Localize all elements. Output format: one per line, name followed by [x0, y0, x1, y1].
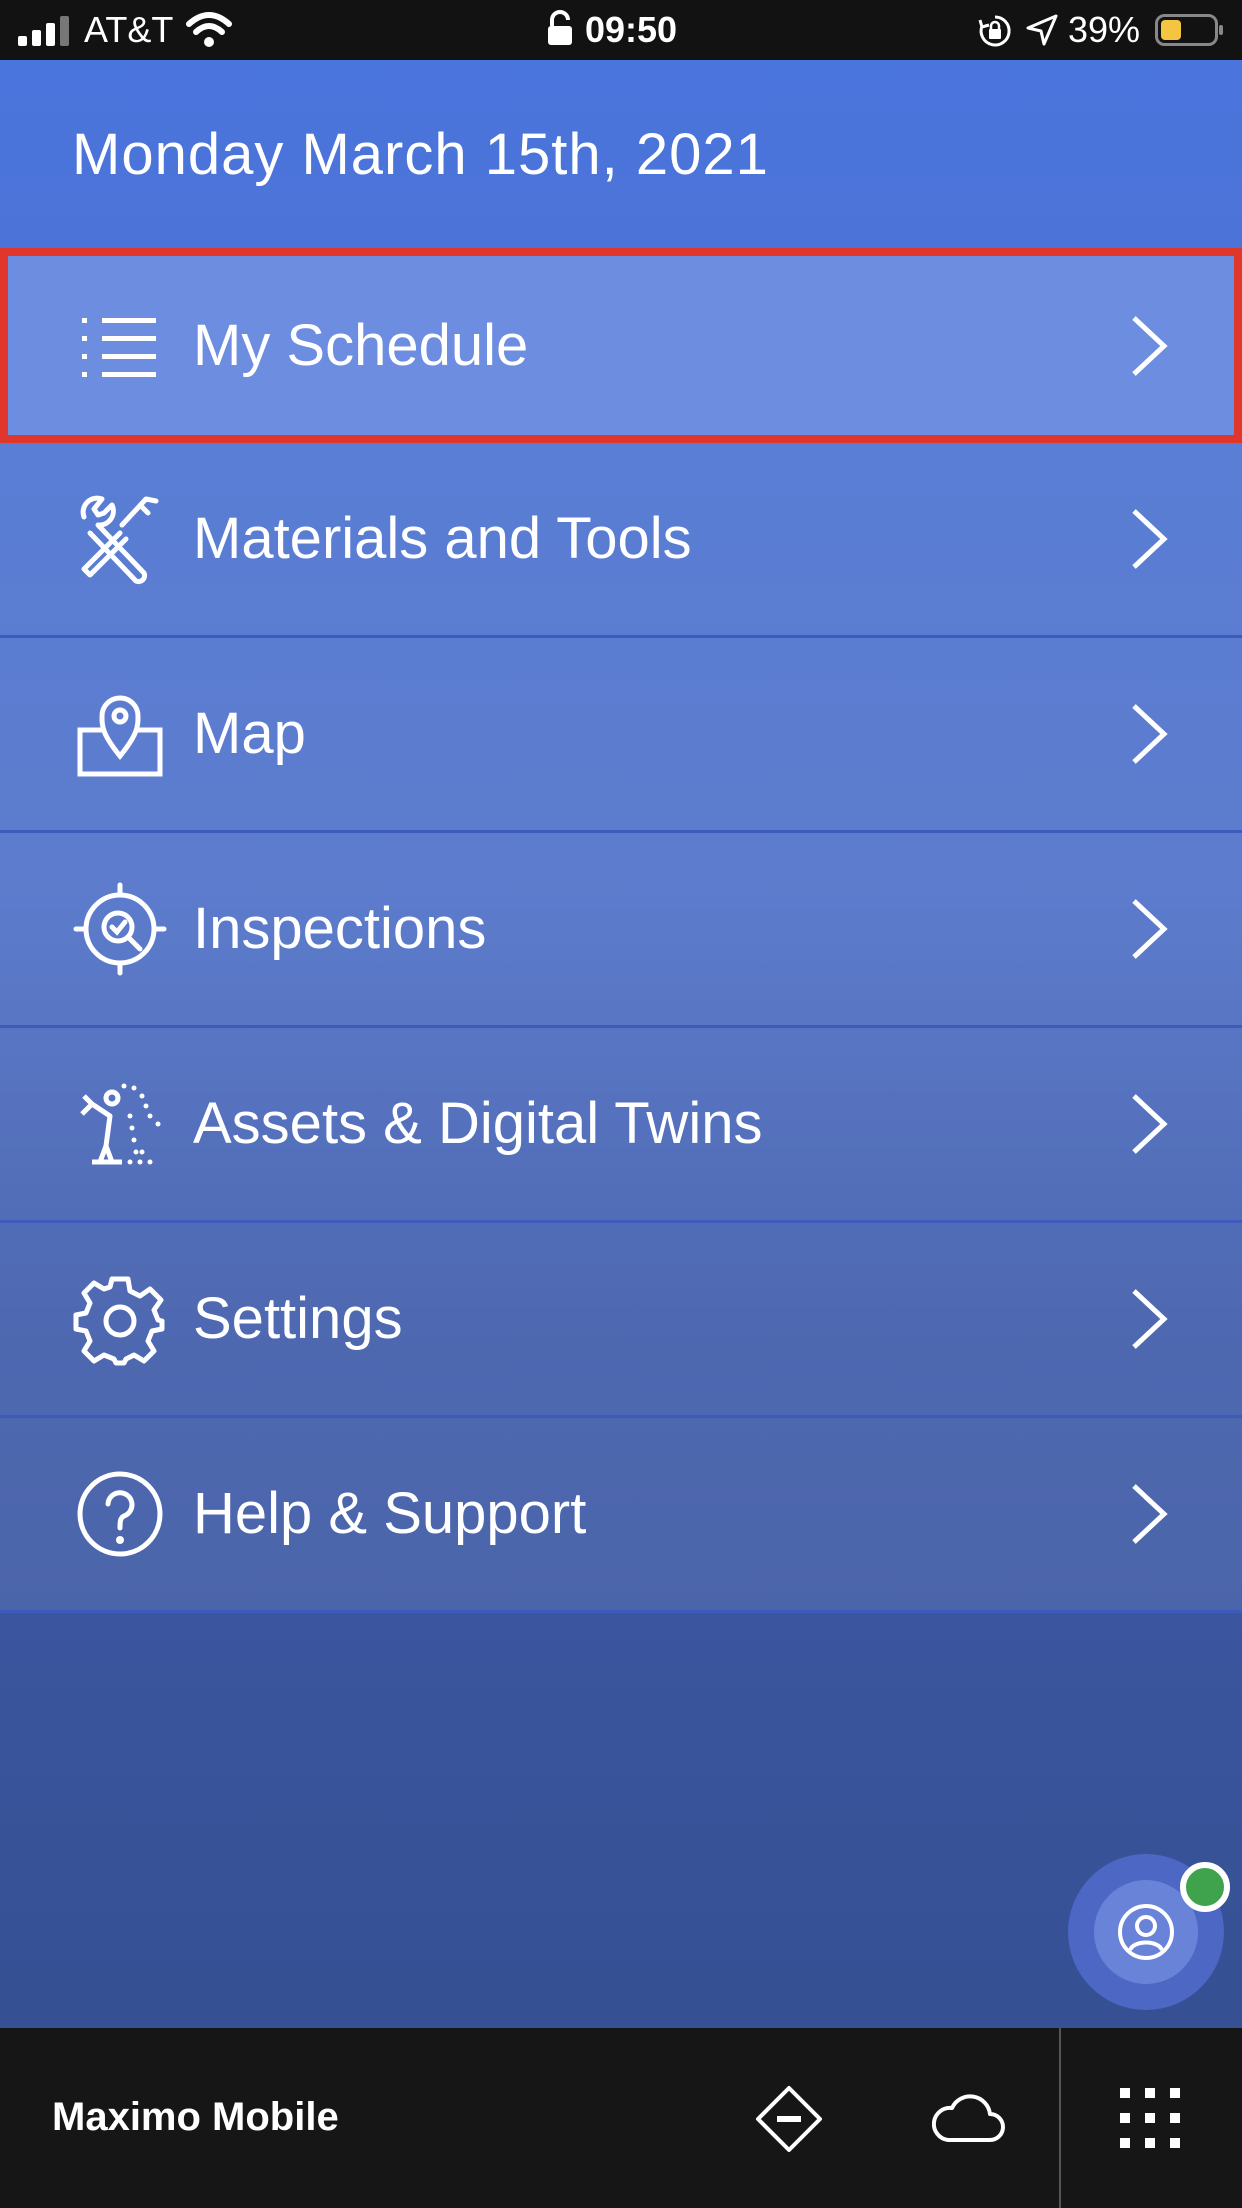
robot-arm-icon	[80, 1083, 161, 1165]
wifi-icon	[186, 12, 232, 47]
bottom-bar: Maximo Mobile	[0, 2028, 1242, 2208]
menu-item-label: Inspections	[193, 896, 487, 961]
menu-item-settings[interactable]: Settings	[0, 1223, 1242, 1418]
cloud-icon[interactable]	[930, 2084, 1006, 2154]
app-name: Maximo Mobile	[52, 2095, 339, 2139]
sync-status-icon[interactable]	[754, 2084, 824, 2154]
menu-item-label: Assets & Digital Twins	[193, 1091, 763, 1156]
app-grid-icon[interactable]	[1118, 2086, 1182, 2150]
menu-item-assets-digital-twins[interactable]: Assets & Digital Twins	[0, 1028, 1242, 1223]
battery-icon	[1155, 14, 1223, 46]
rotation-lock-icon	[978, 15, 1011, 47]
lock-icon	[548, 10, 572, 45]
inspection-target-icon	[73, 882, 167, 976]
main-menu: My Schedule Materials and Tools Map Insp…	[0, 248, 1242, 1613]
help-icon	[77, 1471, 163, 1557]
menu-item-map[interactable]: Map	[0, 638, 1242, 833]
carrier-name: AT&T	[84, 9, 174, 50]
status-bar: AT&T 09:50 39%	[0, 0, 1242, 60]
chevron-right-icon	[1132, 1289, 1168, 1349]
location-arrow-icon	[1026, 14, 1058, 46]
status-time: 09:50	[585, 9, 678, 50]
menu-item-label: My Schedule	[193, 312, 529, 378]
page-title: Monday March 15th, 2021	[72, 122, 769, 187]
divider	[1059, 2028, 1061, 2208]
menu-item-label: Settings	[193, 1286, 403, 1351]
chevron-right-icon	[1132, 1094, 1168, 1154]
menu-item-label: Help & Support	[193, 1481, 587, 1546]
menu-item-my-schedule[interactable]: My Schedule	[0, 248, 1242, 443]
menu-item-label: Map	[193, 701, 306, 766]
chevron-right-icon	[1132, 509, 1168, 569]
chevron-right-icon	[1132, 704, 1168, 764]
gear-icon	[73, 1276, 165, 1366]
tools-icon	[80, 495, 159, 585]
chevron-right-icon	[1132, 899, 1168, 959]
user-icon	[1118, 1904, 1174, 1960]
menu-item-inspections[interactable]: Inspections	[0, 833, 1242, 1028]
cellular-signal-icon	[18, 16, 69, 46]
menu-item-materials-and-tools[interactable]: Materials and Tools	[0, 443, 1242, 638]
menu-item-help-support[interactable]: Help & Support	[0, 1418, 1242, 1613]
screen: AT&T 09:50 39% Monday March 15th, 2021 M…	[0, 0, 1242, 2208]
online-status-indicator	[1180, 1862, 1230, 1912]
battery-percent: 39%	[1068, 9, 1141, 50]
page-header: Monday March 15th, 2021	[0, 60, 1242, 248]
list-icon	[82, 317, 156, 377]
chevron-right-icon	[1132, 315, 1168, 376]
chevron-right-icon	[1132, 1484, 1168, 1544]
map-pin-icon	[77, 695, 163, 777]
menu-item-label: Materials and Tools	[193, 506, 692, 571]
